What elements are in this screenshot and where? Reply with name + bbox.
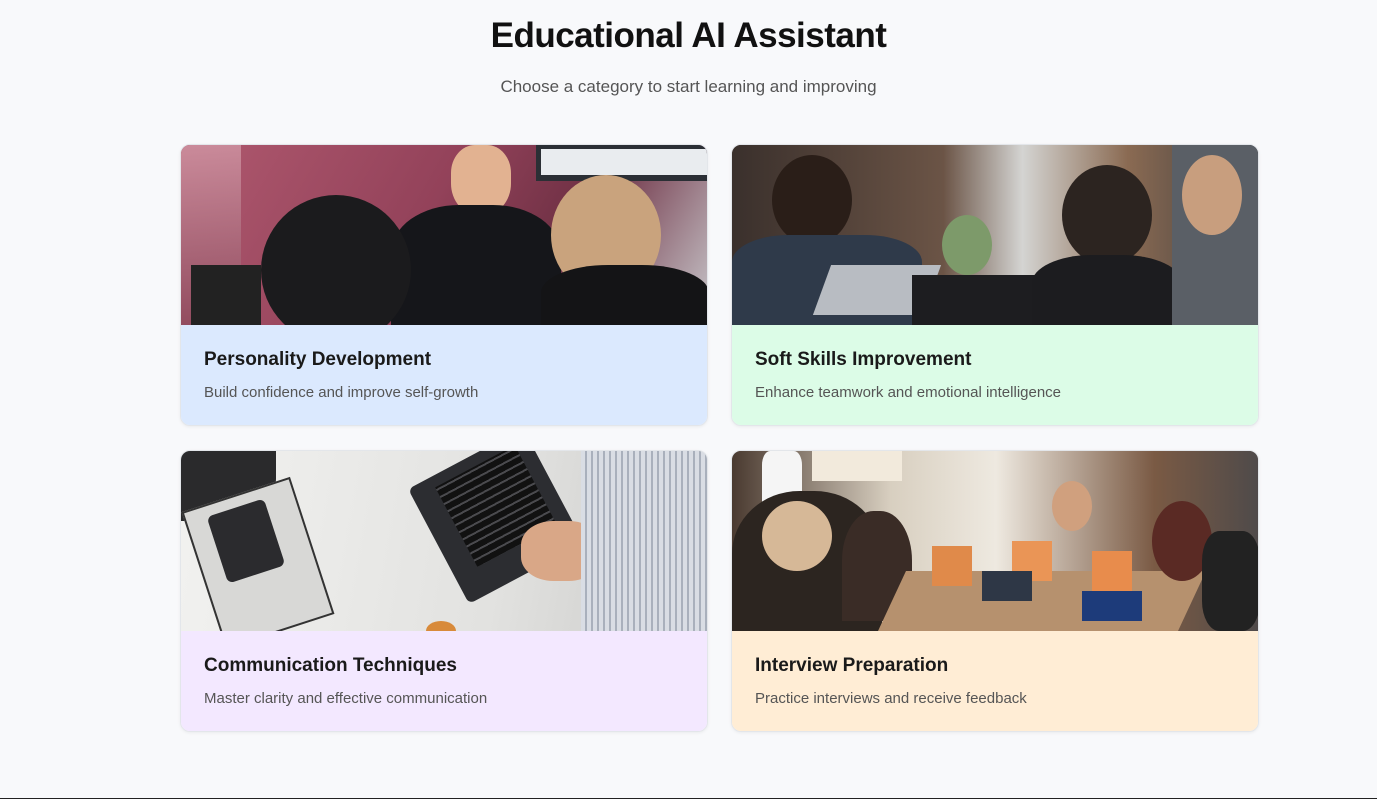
team-working-laptops-photo — [732, 145, 1258, 325]
page-title: Educational AI Assistant — [490, 16, 887, 55]
card-description: Enhance teamwork and emotional intellige… — [755, 384, 1062, 401]
conference-room-meeting-photo — [732, 451, 1258, 631]
desk-laptop-phone-photo — [181, 451, 707, 631]
category-card-interview-preparation[interactable]: Interview Preparation Practice interview… — [731, 450, 1259, 732]
card-body: Soft Skills Improvement Enhance teamwork… — [732, 325, 1258, 425]
meeting-discussion-photo — [181, 145, 707, 325]
category-grid: Personality Development Build confidence… — [180, 144, 1260, 732]
category-card-soft-skills-improvement[interactable]: Soft Skills Improvement Enhance teamwork… — [731, 144, 1259, 426]
category-card-communication-techniques[interactable]: Communication Techniques Master clarity … — [180, 450, 708, 732]
card-description: Practice interviews and receive feedback — [755, 690, 1027, 707]
card-body: Communication Techniques Master clarity … — [181, 631, 707, 731]
page: Educational AI Assistant Choose a catego… — [0, 0, 1377, 799]
card-body: Personality Development Build confidence… — [181, 325, 707, 425]
category-card-personality-development[interactable]: Personality Development Build confidence… — [180, 144, 708, 426]
card-description: Build confidence and improve self-growth — [204, 384, 479, 401]
card-title: Personality Development — [204, 349, 432, 370]
card-body: Interview Preparation Practice interview… — [732, 631, 1258, 731]
card-title: Soft Skills Improvement — [755, 349, 972, 370]
page-subtitle: Choose a category to start learning and … — [500, 77, 877, 96]
card-description: Master clarity and effective communicati… — [204, 690, 488, 707]
card-title: Interview Preparation — [755, 655, 949, 676]
card-title: Communication Techniques — [204, 655, 458, 676]
